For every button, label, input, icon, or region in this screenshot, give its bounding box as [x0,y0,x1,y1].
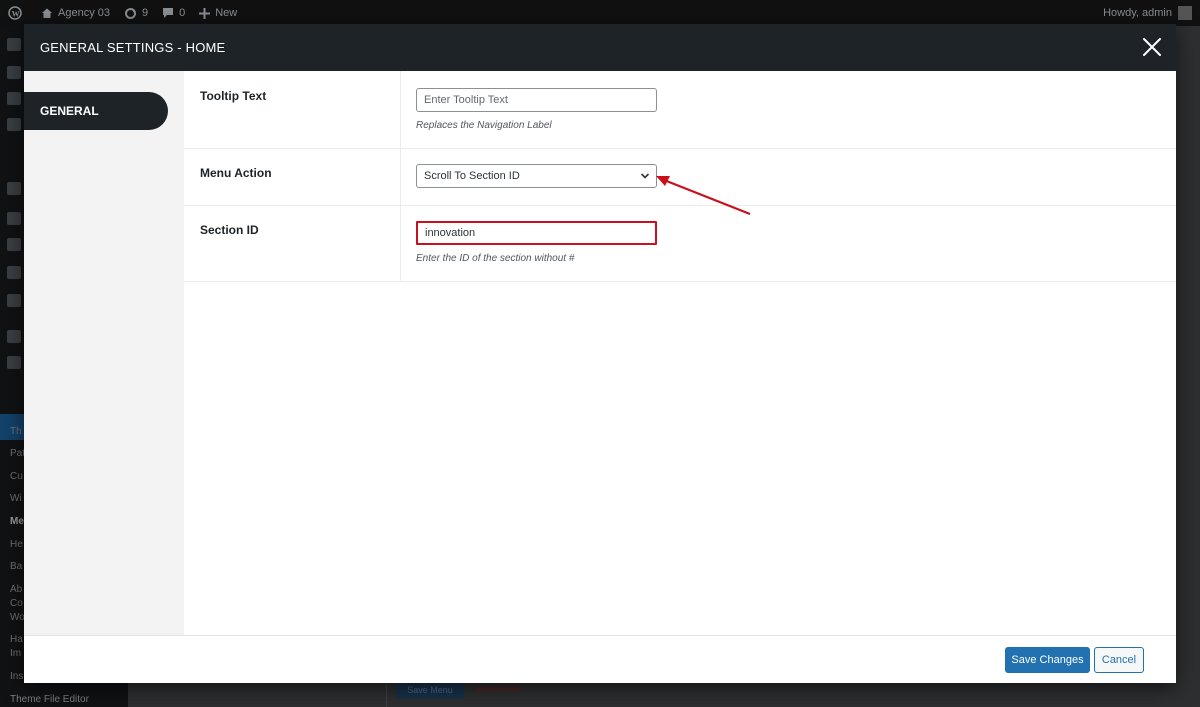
new-content-link[interactable]: New [199,7,237,19]
posts-icon[interactable] [7,66,21,79]
submenu-item[interactable]: Im [10,648,21,659]
submenu-item[interactable]: Ba [10,561,22,572]
section-id-label: Section ID [200,223,259,237]
modal-title: GENERAL SETTINGS - HOME [40,40,226,55]
plus-icon [199,7,211,19]
theme-file-editor-link[interactable]: Theme File Editor [10,694,89,705]
dashboard-icon[interactable] [7,38,21,51]
menu-action-selected: Scroll To Section ID [424,170,520,182]
settings-modal: GENERAL SETTINGS - HOME GENERAL Tooltip … [24,24,1176,683]
plugin-icon[interactable] [7,330,21,343]
updates-icon [124,7,136,19]
submenu-item[interactable]: Ha [10,634,23,645]
site-name-link[interactable]: Agency 03 [41,7,110,19]
updates-link[interactable]: 9 [124,7,148,20]
submenu-item[interactable]: Cu [10,471,23,482]
new-label: New [215,7,238,19]
section-id-field: Enter the ID of the section without # [416,221,657,264]
divider [400,206,401,281]
save-menu-button[interactable]: Save Menu [396,681,464,699]
divider [400,71,401,148]
section-id-description: Enter the ID of the section without # [416,253,575,264]
modal-nav: GENERAL [24,71,184,635]
cancel-button[interactable]: Cancel [1094,647,1144,673]
divider [400,149,401,205]
submenu-item[interactable]: Co [10,598,23,609]
plugin-icon[interactable] [7,118,21,131]
avatar [1178,6,1192,20]
submenu-item[interactable]: Me [10,516,24,527]
folder-icon[interactable] [7,356,21,369]
delete-menu-link[interactable]: Delete Menu [475,684,535,694]
tooltip-label: Tooltip Text [200,89,267,103]
admin-bar: W Agency 03 9 0 New Howdy, admin [0,0,1200,26]
section-id-input[interactable] [416,221,657,245]
tooltip-description: Replaces the Navigation Label [416,120,552,131]
wordpress-logo-icon[interactable]: W [8,6,27,20]
submenu-item[interactable]: Ab [10,584,22,595]
modal-body: Tooltip Text Replaces the Navigation Lab… [184,71,1176,635]
submenu-item[interactable]: Wi [10,493,22,504]
plugin-icon[interactable] [7,212,21,225]
menu-action-label: Menu Action [200,166,272,180]
plugin-icon[interactable] [7,182,21,195]
home-icon [42,8,52,18]
submenu-item[interactable]: Wo [10,612,25,623]
chevron-down-icon [640,173,650,179]
plugin-icon[interactable] [7,238,21,251]
greeting: Howdy, admin [1103,7,1172,19]
site-name: Agency 03 [58,7,110,19]
account-menu[interactable]: Howdy, admin [1103,0,1192,26]
comments-count: 0 [179,7,186,19]
submenu-item[interactable]: Ins [10,671,23,682]
submenu-item[interactable]: He [10,539,23,550]
submenu-item[interactable]: Pat [10,448,25,459]
menu-action-select[interactable]: Scroll To Section ID [416,164,657,188]
chart-icon[interactable] [7,266,21,279]
menu-action-field: Scroll To Section ID [416,164,657,188]
megaphone-icon[interactable] [7,294,21,307]
comments-menu-icon[interactable] [7,92,21,105]
modal-header: GENERAL SETTINGS - HOME [24,24,1176,71]
tab-general[interactable]: GENERAL [24,92,168,130]
tooltip-input[interactable] [416,88,657,112]
save-changes-button[interactable]: Save Changes [1005,647,1090,673]
annotation-arrow [656,176,751,216]
comments-icon [163,8,174,18]
close-icon[interactable] [1142,37,1162,57]
svg-text:W: W [12,10,20,19]
comments-link[interactable]: 0 [162,7,185,19]
modal-footer: Save Changes Cancel [24,635,1176,683]
submenu-item[interactable]: Th [10,426,22,437]
tooltip-field: Replaces the Navigation Label [416,88,657,131]
tooltip-row: Tooltip Text Replaces the Navigation Lab… [184,71,1176,149]
updates-count: 9 [141,7,149,19]
